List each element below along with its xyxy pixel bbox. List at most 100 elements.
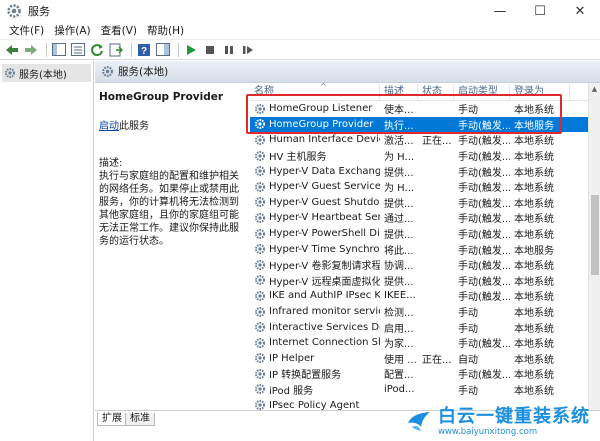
service-name-text: Hyper-V Guest Shutdown... <box>269 196 380 208</box>
service-gear-icon <box>254 243 269 255</box>
start-service-line: 启动此服务 <box>99 120 246 133</box>
table-row[interactable]: Hyper-V PowerShell Dire... 提供... 手动(触发... 本… <box>250 226 600 242</box>
service-name: Hyper-V Guest Service In... <box>250 181 380 193</box>
tab-extended[interactable]: 扩展 <box>97 413 127 426</box>
maximize-button[interactable]: ☐ <box>520 0 560 22</box>
service-description: 为 H... <box>384 183 415 195</box>
pane-header: 服务(本地) <box>95 61 600 83</box>
properties-list-icon[interactable] <box>70 42 86 58</box>
service-startup-type: 手动(触发... <box>458 136 510 148</box>
service-startup-type: 手动 <box>458 323 478 335</box>
table-row[interactable]: Human Interface Device ... 激活... 正在... 手动(触… <box>250 132 600 148</box>
service-gear-icon <box>254 103 269 115</box>
service-startup-type: 手动 <box>458 105 478 117</box>
table-row[interactable]: HomeGroup Provider 执行... 手动(触发... 本地服务 <box>250 116 600 133</box>
service-description: IKEE... <box>384 290 416 302</box>
show-hide-pane-icon[interactable] <box>155 42 171 58</box>
service-detail-title: HomeGroup Provider <box>99 91 224 103</box>
service-name: Hyper-V Heartbeat Service <box>250 212 380 224</box>
service-startup-type: 自动 <box>458 354 478 366</box>
close-button[interactable]: ✕ <box>560 0 600 22</box>
service-gear-icon <box>254 134 269 146</box>
service-log-on-as: 本地系统 <box>514 292 554 304</box>
tree-item-services-local[interactable]: 服务(本地) <box>2 64 91 82</box>
table-row[interactable]: HV 主机服务 为 H... 手动(触发... 本地系统 <box>250 148 600 164</box>
restart-service-icon[interactable] <box>240 42 256 58</box>
sort-up-icon: ^ <box>320 83 327 91</box>
services-pane: 服务(本地) HomeGroup Provider 启动此服务 描述: 执行与家… <box>95 61 600 441</box>
service-gear-icon <box>254 165 269 177</box>
service-startup-type: 手动(触发... <box>458 152 510 164</box>
back-arrow-icon[interactable] <box>4 42 20 58</box>
svg-text:?: ? <box>141 46 147 57</box>
service-description: 使本... <box>384 105 414 117</box>
table-row[interactable]: iPod 服务 iPod... 手动 本地系统 <box>250 382 600 398</box>
service-name-text: HomeGroup Listener <box>269 103 373 115</box>
service-name: Hyper-V PowerShell Dire... <box>250 228 380 240</box>
table-row[interactable]: Hyper-V 远程桌面虚拟化... 提供... 手动(触发... 本地系统 <box>250 273 600 289</box>
stop-service-icon[interactable] <box>202 42 218 58</box>
menu-view[interactable]: 查看(V) <box>96 23 142 38</box>
title-bar: 服务 — ☐ ✕ <box>0 0 600 22</box>
service-name-text: Hyper-V 远程桌面虚拟化... <box>269 276 380 288</box>
table-row[interactable]: HomeGroup Listener 使本... 手动 本地系统 <box>250 101 600 117</box>
service-name-text: Hyper-V 卷影复制请求程序 <box>269 261 380 273</box>
table-row[interactable]: Hyper-V Data Exchange ... 提供... 手动(触发... 本地… <box>250 163 600 179</box>
table-row[interactable]: IKE and AuthIP IPsec Key... IKEE... 手动(触发.… <box>250 288 600 304</box>
watermark-url: www.baiyunxitong.com <box>438 426 538 437</box>
service-description: 使用 ... <box>384 354 417 366</box>
table-row[interactable]: Infrared monitor service 检测... 手动 本地系统 <box>250 304 600 320</box>
table-row[interactable]: IP Helper 使用 ... 正在... 自动 本地系统 <box>250 351 600 367</box>
service-name-text: Infrared monitor service <box>269 306 380 318</box>
forward-arrow-icon[interactable] <box>23 42 39 58</box>
menu-file[interactable]: 文件(F) <box>4 23 49 38</box>
table-row[interactable]: Interactive Services Dete... 启用... 手动 本地系统 <box>250 319 600 335</box>
column-header-name[interactable]: 名称 <box>250 84 380 100</box>
column-header-startup-type[interactable]: 启动类型 <box>454 84 510 100</box>
refresh-icon[interactable] <box>89 42 105 58</box>
service-name: iPod 服务 <box>250 382 380 397</box>
service-startup-type: 手动(触发... <box>458 214 510 226</box>
menu-help[interactable]: 帮助(H) <box>142 23 189 38</box>
table-row[interactable]: Hyper-V Time Synchroniz... 将此... 手动(触发... 本… <box>250 241 600 257</box>
description-label: 描述: <box>99 158 123 169</box>
service-gear-icon <box>254 290 269 302</box>
pause-service-icon[interactable] <box>221 42 237 58</box>
column-header-log-on-as[interactable]: 登录为 <box>510 84 570 100</box>
service-name-text: Human Interface Device ... <box>269 134 380 146</box>
start-service-icon[interactable] <box>183 42 199 58</box>
service-name: IKE and AuthIP IPsec Key... <box>250 290 380 302</box>
table-row[interactable]: IP 转换配置服务 配置... 手动(触发... 本地系统 <box>250 366 600 382</box>
service-description: 激活... <box>384 136 414 148</box>
vertical-scrollbar[interactable]: ▲ <box>588 83 600 411</box>
table-row[interactable]: Hyper-V Heartbeat Service 通过... 手动(触发... 本地… <box>250 210 600 226</box>
help-icon[interactable]: ? <box>136 42 152 58</box>
service-gear-icon <box>254 181 269 193</box>
service-description: 提供... <box>384 276 414 288</box>
scrollbar-thumb[interactable] <box>591 195 599 275</box>
watermark: 白云一键重装系统 www.baiyunxitong.com <box>400 402 600 441</box>
table-row[interactable]: Hyper-V 卷影复制请求程序 协调... 手动(触发... 本地系统 <box>250 257 600 273</box>
table-row[interactable]: Hyper-V Guest Shutdown... 提供... 手动(触发... 本地… <box>250 195 600 211</box>
menu-action[interactable]: 操作(A) <box>49 23 95 38</box>
table-row[interactable]: Internet Connection Shari... 为家... 手动(触发..… <box>250 335 600 351</box>
console-tree-icon[interactable] <box>51 42 67 58</box>
table-row[interactable]: Hyper-V Guest Service In... 为 H... 手动(触发..… <box>250 179 600 195</box>
service-detail-panel: HomeGroup Provider 启动此服务 描述: 执行与家庭组的配置和维… <box>95 83 250 411</box>
scroll-up-icon[interactable]: ▲ <box>589 83 600 95</box>
service-startup-type: 手动 <box>458 385 478 397</box>
service-log-on-as: 本地系统 <box>514 105 554 117</box>
gear-icon <box>5 68 15 78</box>
minimize-button[interactable]: — <box>480 0 520 22</box>
service-description: iPod... <box>384 383 415 395</box>
service-description: 检测... <box>384 308 414 320</box>
service-log-on-as: 本地系统 <box>514 167 554 179</box>
service-name: Human Interface Device ... <box>250 134 380 146</box>
service-name: Hyper-V 卷影复制请求程序 <box>250 257 380 272</box>
column-header-status[interactable]: 状态 <box>418 84 454 100</box>
export-list-icon[interactable] <box>108 42 124 58</box>
service-gear-icon <box>254 321 269 333</box>
start-service-link[interactable]: 启动 <box>99 121 119 132</box>
tab-standard[interactable]: 标准 <box>125 413 155 426</box>
column-header-description[interactable]: 描述 <box>380 84 418 100</box>
